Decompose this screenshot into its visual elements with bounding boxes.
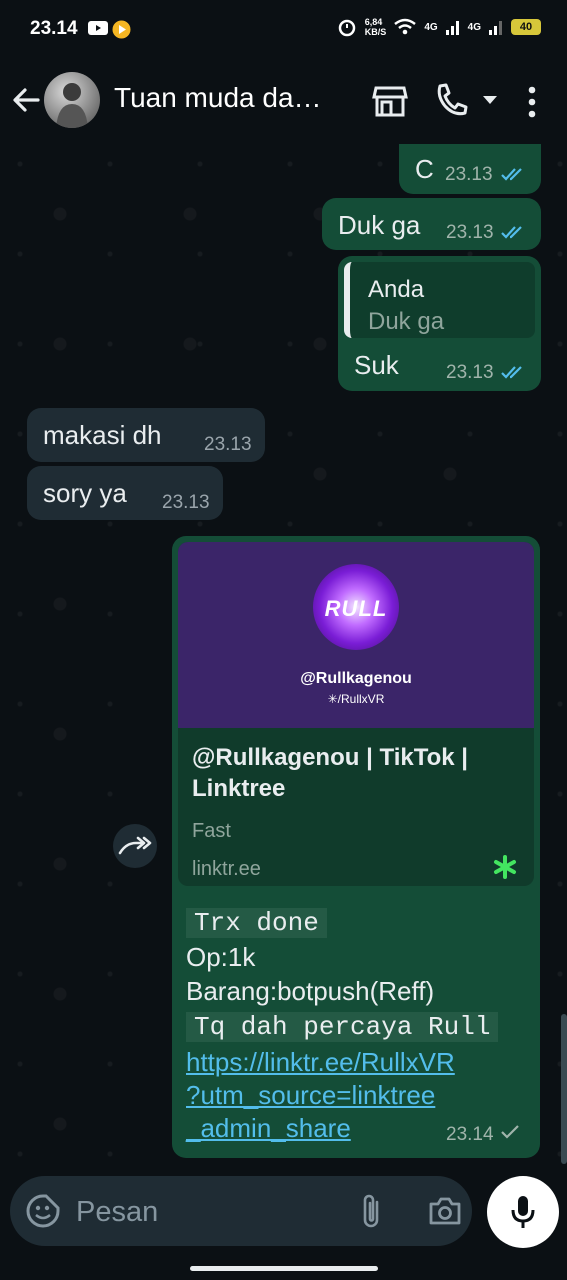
message-line: Op:1k	[186, 942, 256, 972]
message-line: Trx done	[186, 906, 327, 938]
sent-tick-icon	[501, 1125, 519, 1139]
message-time: 23.13	[446, 362, 494, 383]
attach-icon[interactable]	[360, 1192, 384, 1230]
chat-area[interactable]: C 23.13 Duk ga 23.13 Anda Duk ga Suk 23.…	[0, 144, 567, 1170]
url-line[interactable]: https://linktr.ee/RullxVR	[186, 1046, 455, 1079]
message-time: 23.13	[445, 164, 493, 185]
image-subtitle: ✳/RullxVR	[327, 692, 385, 706]
incoming-message[interactable]: sory ya 23.13	[27, 466, 223, 520]
signal-1-icon	[445, 21, 459, 35]
url-line[interactable]: _admin_share	[186, 1112, 351, 1145]
scrollbar[interactable]	[561, 1014, 567, 1164]
microphone-icon	[511, 1196, 535, 1228]
outgoing-link-message[interactable]: RULL @Rullkagenou ✳/RullxVR @Rullkagenou…	[172, 536, 540, 1158]
network-speed: 6,84 KB/S	[364, 17, 387, 37]
link-preview-card[interactable]: RULL @Rullkagenou ✳/RullxVR @Rullkagenou…	[178, 542, 534, 886]
message-line: Barang:botpush(Reff)	[186, 976, 435, 1006]
read-ticks-icon	[501, 366, 522, 379]
message-line: Tq dah percaya Rull	[186, 1010, 499, 1042]
home-indicator[interactable]	[190, 1266, 378, 1271]
message-text: C	[415, 154, 434, 184]
status-bar: 23.14 6,84 KB/S 4G 4G 40	[0, 0, 567, 62]
link-title: @Rullkagenou | TikTok | Linktree	[192, 744, 468, 802]
message-time: 23.13	[162, 492, 210, 513]
phone-call-icon[interactable]	[434, 82, 468, 118]
dropdown-arrow-icon[interactable]	[482, 94, 498, 106]
message-input[interactable]: Pesan	[76, 1196, 158, 1229]
contact-avatar[interactable]	[44, 72, 100, 128]
read-ticks-icon	[501, 168, 522, 181]
message-text: Suk	[354, 350, 399, 380]
message-composer[interactable]: Pesan	[10, 1176, 472, 1246]
monospace-text: Tq dah percaya Rull	[186, 1012, 499, 1042]
status-icons: 6,84 KB/S 4G 4G 40	[337, 17, 541, 37]
outgoing-reply-message[interactable]: Anda Duk ga Suk 23.13	[338, 256, 541, 391]
forward-icon	[118, 836, 152, 855]
quoted-text: Duk ga	[368, 308, 445, 335]
battery-indicator: 40	[511, 19, 541, 35]
chat-header: Tuan muda da…	[0, 62, 567, 144]
avatar-person-icon	[56, 83, 88, 128]
status-time: 23.14	[30, 18, 78, 39]
monospace-text: Trx done	[186, 908, 327, 938]
read-ticks-icon	[501, 226, 522, 239]
forward-button[interactable]	[113, 824, 157, 868]
quoted-author: Anda	[368, 276, 425, 303]
message-time: 23.14	[446, 1124, 494, 1145]
outgoing-message[interactable]: Duk ga 23.13	[322, 198, 541, 250]
message-text: makasi dh	[43, 420, 162, 450]
message-text: Duk ga	[338, 210, 421, 240]
message-time: 23.13	[204, 434, 252, 455]
camera-icon[interactable]	[428, 1196, 462, 1226]
incoming-message[interactable]: makasi dh 23.13	[27, 408, 265, 462]
quoted-message[interactable]: Anda Duk ga	[344, 262, 535, 338]
link-description: Fast	[192, 820, 231, 842]
voice-message-button[interactable]	[487, 1176, 559, 1248]
music-app-icon	[112, 20, 131, 39]
logo-image: RULL	[313, 564, 399, 650]
signal-1-label: 4G	[424, 21, 438, 33]
wifi-icon	[394, 18, 417, 35]
message-time: 23.13	[446, 222, 494, 243]
link-domain: linktr.ee	[192, 858, 261, 880]
contact-name[interactable]: Tuan muda da…	[114, 82, 322, 114]
signal-2-icon	[489, 21, 502, 35]
url-line[interactable]: ?utm_source=linktree	[186, 1079, 435, 1112]
image-handle: @Rullkagenou	[300, 670, 412, 687]
signal-2-label: 4G	[467, 21, 481, 33]
message-text: sory ya	[43, 478, 127, 508]
store-icon[interactable]	[372, 84, 408, 118]
alarm-icon	[338, 19, 356, 37]
linktree-icon	[494, 855, 516, 879]
youtube-icon	[88, 21, 108, 35]
back-arrow-icon[interactable]	[10, 84, 42, 116]
logo-word: RULL	[324, 596, 388, 621]
outgoing-message[interactable]: C 23.13	[399, 144, 541, 194]
link-preview-image: RULL @Rullkagenou ✳/RullxVR	[178, 542, 534, 728]
emoji-sticker-icon[interactable]	[26, 1194, 60, 1228]
more-options-icon[interactable]	[526, 86, 538, 118]
